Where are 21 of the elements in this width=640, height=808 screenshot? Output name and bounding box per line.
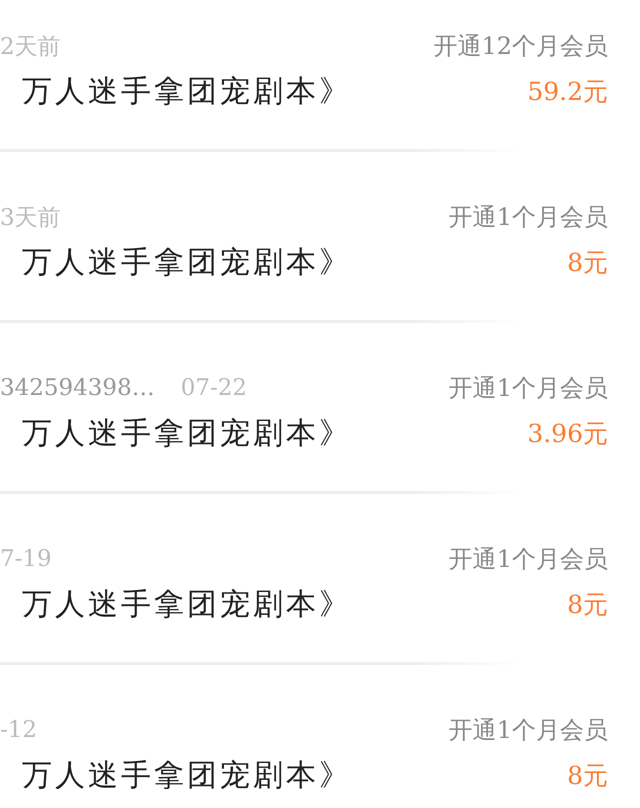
price: 8元 bbox=[567, 588, 608, 620]
order-date: 3天前 bbox=[0, 204, 61, 232]
price: 8元 bbox=[567, 246, 608, 278]
book-title: 万人迷手拿团宠剧本》 bbox=[21, 586, 352, 624]
membership-plan: 开通1个月会员 bbox=[448, 202, 608, 233]
user-name: 342594398… bbox=[0, 375, 155, 401]
membership-plan: 开通1个月会员 bbox=[448, 373, 608, 404]
price: 3.96元 bbox=[527, 418, 608, 450]
order-date: -12 bbox=[0, 717, 38, 743]
price: 59.2元 bbox=[527, 76, 608, 108]
membership-plan: 开通1个月会员 bbox=[448, 715, 608, 746]
price: 8元 bbox=[567, 760, 608, 789]
order-date: 07-22 bbox=[180, 375, 248, 401]
membership-plan: 开通12个月会员 bbox=[433, 31, 608, 62]
book-title: 万人迷手拿团宠剧本》 bbox=[21, 756, 352, 789]
book-title: 万人迷手拿团宠剧本》 bbox=[21, 414, 352, 452]
membership-plan: 开通1个月会员 bbox=[448, 544, 608, 575]
order-date: 7-19 bbox=[0, 546, 52, 572]
order-date: 2天前 bbox=[0, 32, 61, 62]
book-title: 万人迷手拿团宠剧本》 bbox=[21, 244, 352, 282]
book-title: 万人迷手拿团宠剧本》 bbox=[21, 72, 352, 110]
